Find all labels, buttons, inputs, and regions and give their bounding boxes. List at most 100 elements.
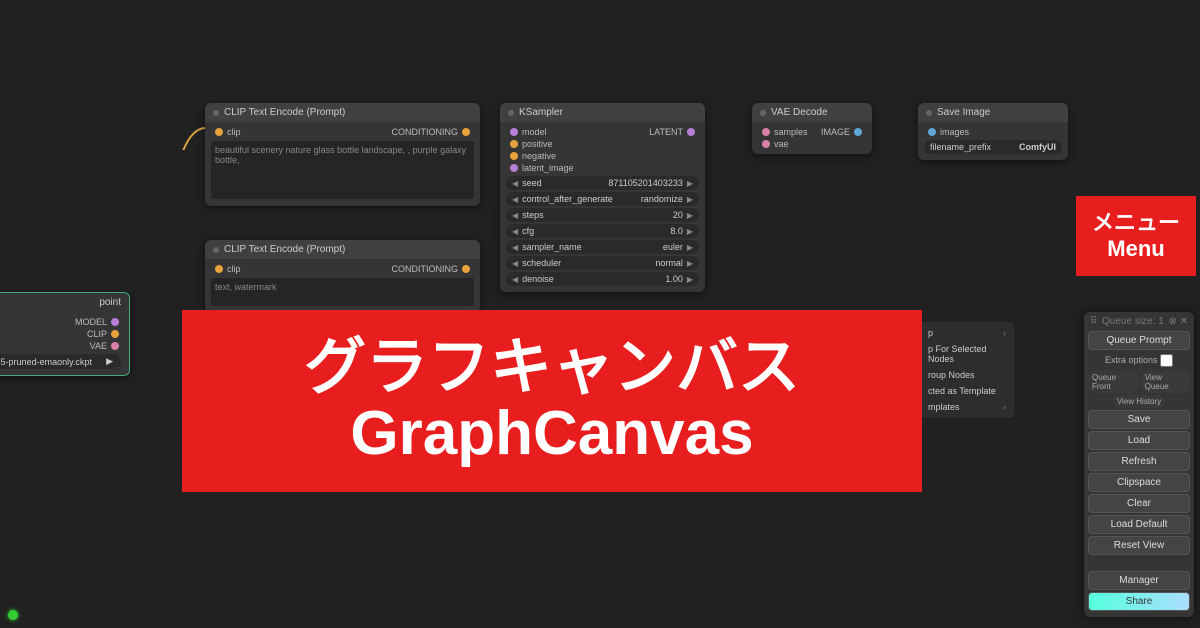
chevron-right-icon: ▶ <box>687 227 693 236</box>
port-dot[interactable] <box>510 164 518 172</box>
ctx-item[interactable]: p For Selected Nodes <box>920 341 1014 367</box>
port-dot[interactable] <box>462 265 470 273</box>
share-button[interactable]: Share <box>1088 592 1190 611</box>
annotation-menu-label: メニュー Menu <box>1076 196 1196 276</box>
chevron-right-icon: ▶ <box>687 243 693 252</box>
port-samples-in: samples <box>774 127 808 137</box>
param-denoise[interactable]: ◀denoise1.00▶ <box>506 272 699 286</box>
save-image-node[interactable]: Save Image images filename_prefix ComfyU… <box>918 103 1068 160</box>
menu-panel[interactable]: ⠿ Queue size: 1 ⊗ ✕ Queue Prompt Extra o… <box>1084 312 1194 617</box>
chevron-left-icon: ◀ <box>512 227 518 236</box>
port-dot[interactable] <box>928 128 936 136</box>
extra-options-toggle[interactable]: Extra options <box>1088 352 1190 369</box>
status-indicator <box>8 610 18 620</box>
ctx-item[interactable]: p› <box>920 325 1014 341</box>
ctx-item[interactable]: mplates› <box>920 399 1014 415</box>
node-header[interactable]: CLIP Text Encode (Prompt) <box>205 240 480 259</box>
port-latent-out: LATENT <box>649 127 683 137</box>
vae-decode-node[interactable]: VAE Decode samples vae IMAGE <box>752 103 872 154</box>
clip-text-encode-positive-node[interactable]: CLIP Text Encode (Prompt) clip CONDITION… <box>205 103 480 206</box>
view-history-button[interactable]: View History <box>1113 395 1165 408</box>
chevron-left-icon: ◀ <box>512 275 518 284</box>
ckpt-name: v1-5-pruned-emaonly.ckpt <box>0 357 92 367</box>
port-images-in: images <box>940 127 969 137</box>
port-clip: CLIP <box>87 329 107 339</box>
drag-icon: ⠿ <box>1090 316 1097 327</box>
node-title: point <box>0 293 129 312</box>
clipspace-button[interactable]: Clipspace <box>1088 473 1190 492</box>
refresh-button[interactable]: Refresh <box>1088 452 1190 471</box>
param-sampler_name[interactable]: ◀sampler_nameeuler▶ <box>506 240 699 254</box>
context-menu[interactable]: p› p For Selected Nodes roup Nodes cted … <box>920 322 1014 418</box>
filename-prefix-field[interactable]: filename_prefix ComfyUI <box>924 140 1062 154</box>
queue-prompt-button[interactable]: Queue Prompt <box>1088 331 1190 350</box>
port-model: MODEL <box>75 317 107 327</box>
port-dot[interactable] <box>111 330 119 338</box>
port-positive-in: positive <box>522 139 553 149</box>
node-header[interactable]: CLIP Text Encode (Prompt) <box>205 103 480 122</box>
param-cfg[interactable]: ◀cfg8.0▶ <box>506 224 699 238</box>
chevron-left-icon: ◀ <box>512 211 518 220</box>
port-conditioning-out: CONDITIONING <box>392 127 459 137</box>
port-dot[interactable] <box>510 128 518 136</box>
chevron-right-icon: ▶ <box>106 356 113 367</box>
extra-options-checkbox[interactable] <box>1160 354 1173 367</box>
chevron-right-icon: ▶ <box>687 195 693 204</box>
annotation-canvas-label: グラフキャンバス GraphCanvas <box>182 310 922 492</box>
menu-drag-handle[interactable]: ⠿ Queue size: 1 ⊗ ✕ <box>1088 316 1190 329</box>
chevron-right-icon: ▶ <box>687 211 693 220</box>
port-dot[interactable] <box>215 265 223 273</box>
port-vae: VAE <box>90 341 107 351</box>
ctx-item[interactable]: roup Nodes <box>920 367 1014 383</box>
port-latent-in: latent_image <box>522 163 574 173</box>
node-header[interactable]: Save Image <box>918 103 1068 122</box>
checkpoint-loader-node[interactable]: point MODEL CLIP VAE ◀ v1-5-pruned-emaon… <box>0 292 130 376</box>
port-dot[interactable] <box>462 128 470 136</box>
port-conditioning-out: CONDITIONING <box>392 264 459 274</box>
prompt-textarea[interactable] <box>211 278 474 306</box>
close-icon[interactable]: ⊗ ✕ <box>1168 316 1188 327</box>
node-header[interactable]: KSampler <box>500 103 705 122</box>
prompt-textarea[interactable] <box>211 141 474 199</box>
port-clip-in: clip <box>227 127 241 137</box>
port-dot[interactable] <box>111 342 119 350</box>
port-negative-in: negative <box>522 151 556 161</box>
ctx-item[interactable]: cted as Template <box>920 383 1014 399</box>
port-dot[interactable] <box>215 128 223 136</box>
chevron-right-icon: ▶ <box>687 259 693 268</box>
port-vae-in: vae <box>774 139 789 149</box>
load-default-button[interactable]: Load Default <box>1088 515 1190 534</box>
chevron-left-icon: ◀ <box>512 259 518 268</box>
port-dot[interactable] <box>762 128 770 136</box>
chevron-right-icon: › <box>1003 328 1006 338</box>
manager-button[interactable]: Manager <box>1088 571 1190 590</box>
view-queue-button[interactable]: View Queue <box>1141 371 1190 393</box>
queue-size-value: 1 <box>1158 316 1164 327</box>
chevron-left-icon: ◀ <box>512 179 518 188</box>
chevron-left-icon: ◀ <box>512 243 518 252</box>
ksampler-node[interactable]: KSampler model positive negative latent_… <box>500 103 705 292</box>
clip-text-encode-negative-node[interactable]: CLIP Text Encode (Prompt) clip CONDITION… <box>205 240 480 313</box>
port-dot[interactable] <box>510 140 518 148</box>
clear-button[interactable]: Clear <box>1088 494 1190 513</box>
reset-view-button[interactable]: Reset View <box>1088 536 1190 555</box>
param-control_after_generate[interactable]: ◀control_after_generaterandomize▶ <box>506 192 699 206</box>
chevron-right-icon: ▶ <box>687 275 693 284</box>
port-dot[interactable] <box>510 152 518 160</box>
port-dot[interactable] <box>854 128 862 136</box>
node-header[interactable]: VAE Decode <box>752 103 872 122</box>
queue-size-label: Queue size: <box>1102 316 1155 327</box>
param-steps[interactable]: ◀steps20▶ <box>506 208 699 222</box>
chevron-left-icon: ◀ <box>512 195 518 204</box>
chevron-right-icon: ▶ <box>687 179 693 188</box>
load-button[interactable]: Load <box>1088 431 1190 450</box>
ckpt-selector[interactable]: ◀ v1-5-pruned-emaonly.ckpt ▶ <box>0 354 121 369</box>
save-button[interactable]: Save <box>1088 410 1190 429</box>
port-model-in: model <box>522 127 547 137</box>
port-dot[interactable] <box>111 318 119 326</box>
port-dot[interactable] <box>762 140 770 148</box>
queue-front-button[interactable]: Queue Front <box>1088 371 1139 393</box>
param-scheduler[interactable]: ◀schedulernormal▶ <box>506 256 699 270</box>
port-dot[interactable] <box>687 128 695 136</box>
param-seed[interactable]: ◀seed871105201403233▶ <box>506 176 699 190</box>
